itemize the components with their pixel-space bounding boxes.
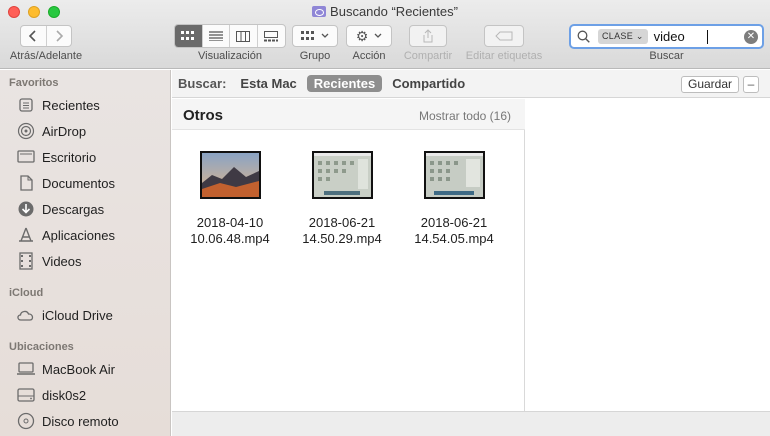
sidebar-item-disco-remoto[interactable]: Disco remoto (16, 410, 166, 432)
sidebar-item-airdrop[interactable]: AirDrop (16, 120, 166, 142)
chevron-left-icon (29, 30, 36, 42)
chevron-down-icon: ⌄ (635, 31, 644, 41)
show-all-link[interactable]: Mostrar todo (16) (419, 109, 511, 123)
video-thumbnail (311, 151, 373, 199)
grid-icon (301, 31, 314, 40)
smart-folder-icon (312, 6, 327, 17)
search-label: Buscar (649, 50, 684, 62)
gallery-view-button[interactable] (258, 25, 285, 47)
sidebar-item-icloud-drive[interactable]: iCloud Drive (16, 304, 166, 326)
gear-icon: ⚙ (355, 27, 369, 44)
sidebar-item-disk0s2[interactable]: disk0s2 (16, 384, 166, 406)
icon-view-button[interactable] (175, 25, 203, 47)
text-caret (706, 29, 708, 44)
toolbar: Buscando “Recientes” Atrás/Adelante Visu… (0, 0, 770, 69)
results-pane: Otros Mostrar todo (16) 2018-04-10 10.06.… (172, 99, 525, 411)
search-icon (577, 30, 590, 43)
back-forward-control (20, 25, 72, 47)
group-header: Otros Mostrar todo (16) (172, 99, 525, 130)
applications-icon (16, 225, 36, 245)
remove-criteria-button[interactable]: – (743, 76, 759, 93)
sidebar-item-macbook-air[interactable]: MacBook Air (16, 358, 166, 380)
action-button[interactable]: ⚙ (346, 25, 392, 47)
downloads-icon (16, 199, 36, 219)
sidebar-item-descargas[interactable]: Descargas (16, 198, 166, 220)
save-search-button[interactable]: Guardar (681, 76, 739, 93)
tag-icon (495, 31, 513, 41)
forward-button[interactable] (46, 26, 71, 46)
share-icon (423, 29, 433, 43)
search-field[interactable]: CLASE ⌄ video ✕ (569, 24, 764, 49)
file-name: 2018-04-10 10.06.48.mp4 (190, 215, 270, 246)
airdrop-icon (16, 121, 36, 141)
sidebar-heading-favorites: Favoritos (9, 77, 59, 89)
column-view-button[interactable] (230, 25, 258, 47)
desktop-screenshot-thumb (313, 153, 371, 197)
status-bar (172, 411, 770, 436)
file-item[interactable]: 2018-06-21 14.50.29.mp4 (286, 151, 398, 247)
list-icon (208, 31, 223, 41)
share-button[interactable] (409, 25, 447, 47)
desktop-icon (16, 147, 36, 167)
action-label: Acción (352, 50, 386, 62)
sidebar-heading-locations: Ubicaciones (9, 341, 74, 353)
grid-icon (181, 31, 195, 40)
sidebar-item-recientes[interactable]: Recientes (16, 94, 166, 116)
remote-disc-icon (16, 411, 36, 431)
documents-icon (16, 173, 36, 193)
window-title: Buscando “Recientes” (0, 4, 770, 19)
sidebar-heading-icloud: iCloud (9, 287, 44, 299)
file-item[interactable]: 2018-04-10 10.06.48.mp4 (174, 151, 286, 247)
search-query: video (653, 29, 685, 44)
back-button[interactable] (21, 26, 46, 46)
recents-icon (16, 95, 36, 115)
sidebar: Favoritos Recientes AirDrop Escritorio D… (0, 70, 171, 436)
disk-icon (16, 385, 36, 405)
scope-shared[interactable]: Compartido (392, 76, 465, 91)
video-thumbnail (423, 151, 485, 199)
video-thumbnail (199, 151, 261, 199)
edit-tags-button[interactable] (484, 25, 524, 47)
mountain-wallpaper-thumb (201, 153, 259, 197)
search-token[interactable]: CLASE ⌄ (598, 29, 648, 44)
film-icon (16, 251, 36, 271)
file-name: 2018-06-21 14.54.05.mp4 (414, 215, 494, 246)
view-label: Visualización (197, 50, 262, 62)
cloud-icon (16, 305, 36, 325)
share-label: Compartir (403, 50, 453, 62)
view-switcher (174, 24, 286, 48)
sidebar-item-documentos[interactable]: Documentos (16, 172, 166, 194)
group-title: Otros (183, 107, 224, 124)
desktop-screenshot-thumb (425, 153, 483, 197)
file-name: 2018-06-21 14.50.29.mp4 (302, 215, 382, 246)
clear-search-button[interactable]: ✕ (744, 30, 758, 44)
group-button[interactable] (292, 25, 338, 47)
sidebar-item-videos[interactable]: Videos (16, 250, 166, 272)
laptop-icon (16, 359, 36, 379)
preview-pane (526, 99, 770, 411)
chevron-down-icon (374, 33, 382, 38)
gallery-icon (264, 30, 279, 41)
file-item[interactable]: 2018-06-21 14.54.05.mp4 (398, 151, 510, 247)
sidebar-item-aplicaciones[interactable]: Aplicaciones (16, 224, 166, 246)
nav-label: Atrás/Adelante (9, 50, 83, 62)
group-label: Grupo (299, 50, 331, 62)
columns-icon (236, 30, 251, 42)
list-view-button[interactable] (203, 25, 230, 47)
chevron-right-icon (56, 30, 63, 42)
scope-this-mac[interactable]: Esta Mac (240, 76, 296, 91)
tags-label: Editar etiquetas (465, 50, 543, 62)
scope-recents[interactable]: Recientes (306, 75, 383, 92)
scope-label: Buscar: (178, 76, 227, 91)
sidebar-item-escritorio[interactable]: Escritorio (16, 146, 166, 168)
chevron-down-icon (321, 33, 329, 38)
